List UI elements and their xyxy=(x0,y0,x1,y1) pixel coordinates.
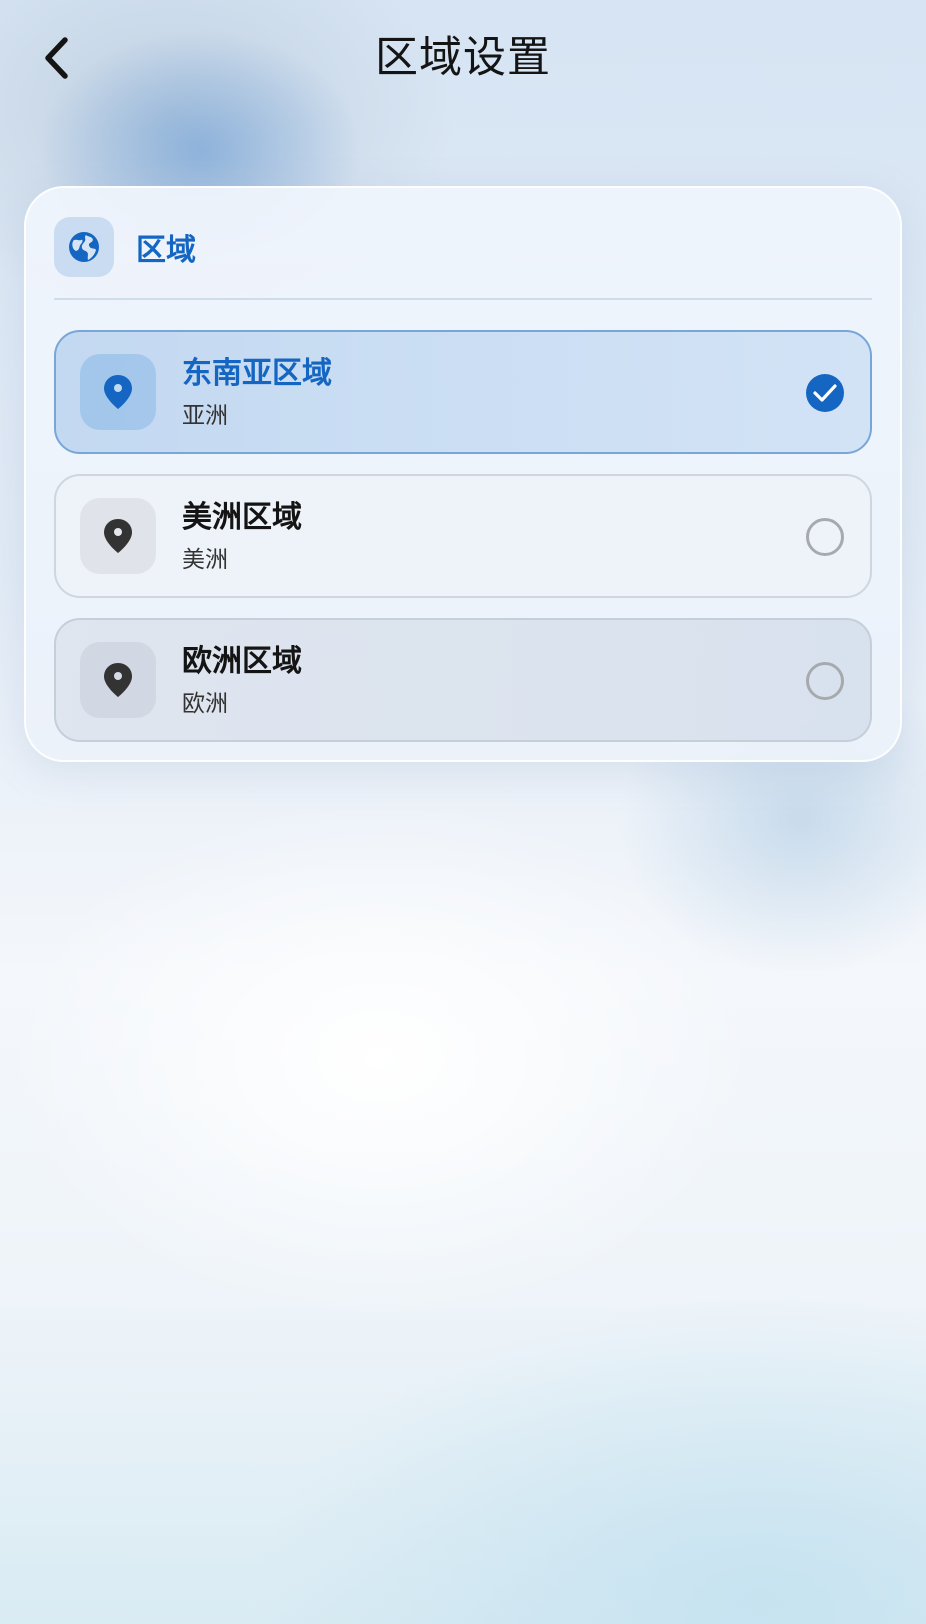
region-icon-box xyxy=(80,498,156,574)
section-icon-box xyxy=(54,217,114,277)
page-title: 区域设置 xyxy=(375,33,551,83)
region-name: 东南亚区域 xyxy=(182,356,332,391)
divider xyxy=(54,298,872,300)
region-subtitle: 美洲 xyxy=(182,547,228,573)
region-subtitle: 亚洲 xyxy=(182,403,228,429)
region-name: 美洲区域 xyxy=(182,500,302,535)
radio-unchecked[interactable] xyxy=(806,518,844,556)
radio-unchecked[interactable] xyxy=(806,662,844,700)
section-title: 区域 xyxy=(136,233,196,268)
region-list: 东南亚区域 亚洲 美洲区域 美洲 欧洲区域 欧洲 xyxy=(54,330,872,762)
check-icon xyxy=(813,384,837,402)
map-pin-icon xyxy=(104,519,132,553)
region-card: 区域 东南亚区域 亚洲 美洲区域 美洲 欧洲区域 欧洲 xyxy=(24,186,902,762)
region-item-europe[interactable]: 欧洲区域 欧洲 xyxy=(54,618,872,742)
region-subtitle: 欧洲 xyxy=(182,691,228,717)
header: 区域设置 xyxy=(0,0,926,120)
section-header: 区域 xyxy=(54,216,196,278)
region-item-southeast-asia[interactable]: 东南亚区域 亚洲 xyxy=(54,330,872,454)
region-item-americas[interactable]: 美洲区域 美洲 xyxy=(54,474,872,598)
screen: 区域设置 区域 东南亚区域 亚洲 美洲区域 美洲 欧洲区域 欧洲 xyxy=(0,0,926,1624)
map-pin-icon xyxy=(104,375,132,409)
radio-checked[interactable] xyxy=(806,374,844,412)
map-pin-icon xyxy=(104,663,132,697)
globe-icon xyxy=(69,232,99,262)
region-name: 欧洲区域 xyxy=(182,644,302,679)
region-icon-box xyxy=(80,354,156,430)
region-icon-box xyxy=(80,642,156,718)
